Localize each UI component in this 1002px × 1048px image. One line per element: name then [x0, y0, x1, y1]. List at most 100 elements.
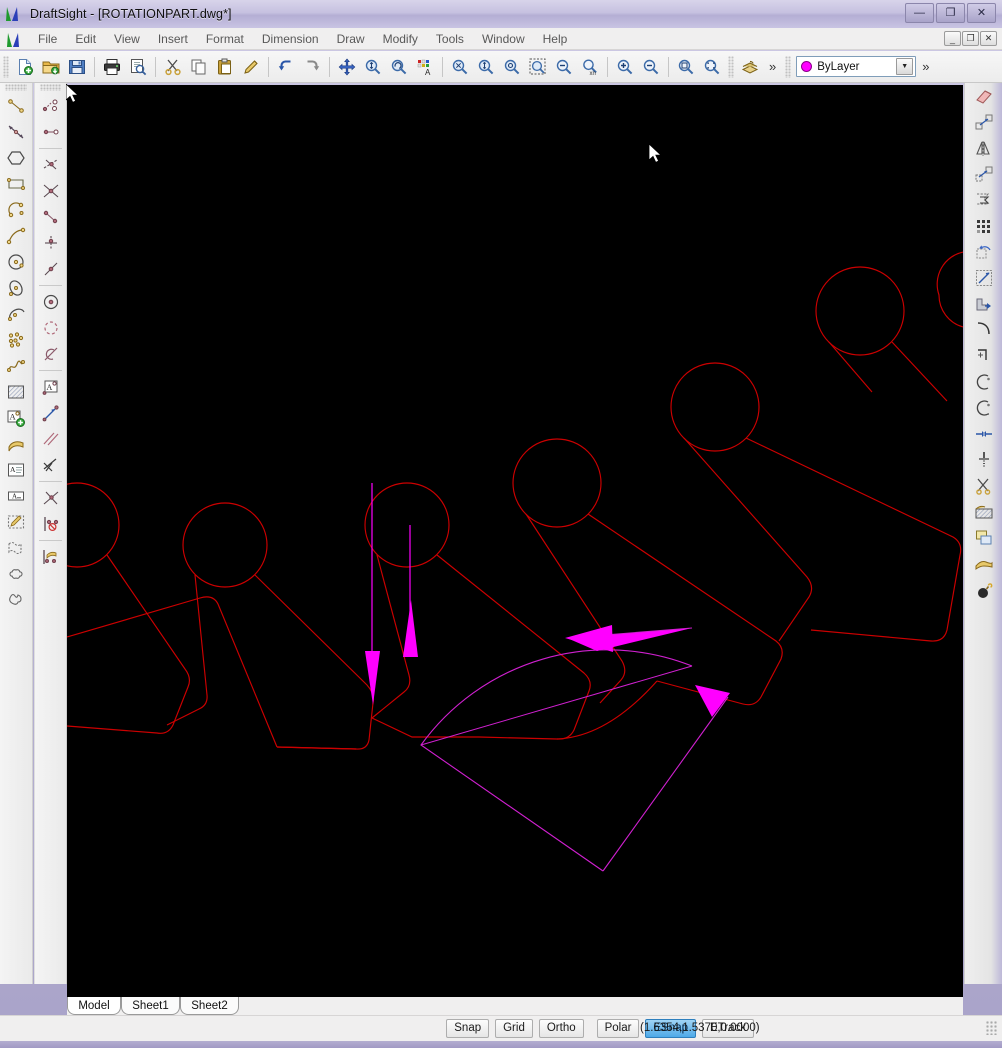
zoom-fit-icon[interactable] — [473, 54, 499, 80]
print-icon[interactable] — [99, 54, 125, 80]
undo-arrow-icon[interactable] — [273, 54, 299, 80]
minimize-button[interactable]: — — [905, 3, 934, 23]
infinite-line-icon[interactable] — [2, 119, 30, 145]
toolbar-overflow-button-2[interactable]: » — [916, 59, 935, 74]
spline-icon[interactable] — [2, 353, 30, 379]
trim-icon[interactable] — [969, 369, 999, 395]
erase-icon[interactable] — [969, 83, 999, 109]
toolbar-grip[interactable] — [3, 55, 9, 78]
dimension-jog-icon[interactable] — [37, 485, 65, 511]
split-icon[interactable] — [969, 421, 999, 447]
zoom-previous-icon[interactable] — [386, 54, 412, 80]
menu-insert[interactable]: Insert — [149, 30, 197, 48]
spline-arc-icon[interactable] — [2, 223, 30, 249]
line-icon[interactable] — [2, 93, 30, 119]
properties-pencil-icon[interactable] — [238, 54, 264, 80]
zoom-out-scale-icon[interactable] — [551, 54, 577, 80]
tab-model[interactable]: Model — [67, 997, 121, 1015]
arc-icon[interactable] — [2, 197, 30, 223]
maximize-button[interactable]: ❐ — [936, 3, 965, 23]
point-cloud-icon[interactable] — [2, 327, 30, 353]
menu-file[interactable]: File — [29, 30, 66, 48]
stretch-icon[interactable] — [969, 291, 999, 317]
freehand-icon[interactable] — [2, 587, 30, 613]
status-toggle-polar[interactable]: Polar — [596, 1019, 640, 1038]
mdi-close-button[interactable]: ✕ — [980, 31, 997, 46]
menu-window[interactable]: Window — [473, 30, 534, 48]
menu-modify[interactable]: Modify — [374, 30, 427, 48]
mdi-minimize-button[interactable]: _ — [944, 31, 961, 46]
print-preview-icon[interactable] — [125, 54, 151, 80]
purge-icon[interactable] — [969, 577, 999, 603]
copy-entities-icon[interactable] — [969, 109, 999, 135]
extend-icon[interactable] — [969, 395, 999, 421]
text-box-icon[interactable]: A — [2, 483, 30, 509]
zoom-out-icon[interactable] — [638, 54, 664, 80]
menu-format[interactable]: Format — [197, 30, 253, 48]
layers-icon[interactable]: A — [412, 54, 438, 80]
dimension-note-icon[interactable]: A — [37, 374, 65, 400]
simple-note-icon[interactable]: A — [2, 457, 30, 483]
dimension-arc-length-icon[interactable] — [37, 341, 65, 367]
dimension-smart-icon[interactable] — [37, 93, 65, 119]
dimension-parallel-icon[interactable] — [37, 426, 65, 452]
hatch-icon[interactable] — [2, 379, 30, 405]
circle-icon[interactable] — [2, 249, 30, 275]
menu-help[interactable]: Help — [534, 30, 577, 48]
zoom-selected-icon[interactable] — [499, 54, 525, 80]
zoom-realtime-icon[interactable] — [673, 54, 699, 80]
menu-draw[interactable]: Draw — [328, 30, 374, 48]
zoom-scale-icon[interactable]: xn — [577, 54, 603, 80]
polygon-icon[interactable] — [2, 145, 30, 171]
cloud-icon[interactable] — [2, 561, 30, 587]
status-toggle-ortho[interactable]: Ortho — [538, 1019, 584, 1038]
zoom-dynamic-icon[interactable] — [360, 54, 386, 80]
dimension-break-icon[interactable] — [37, 511, 65, 537]
menu-dimension[interactable]: Dimension — [253, 30, 328, 48]
mirror-icon[interactable] — [969, 135, 999, 161]
dimension-center-mark-icon[interactable] — [37, 289, 65, 315]
ellipse-icon[interactable] — [2, 275, 30, 301]
toolbar-grip[interactable] — [728, 55, 734, 78]
tab-sheet2[interactable]: Sheet2 — [180, 997, 239, 1015]
chamfer-icon[interactable] — [969, 343, 999, 369]
dimension-leader-icon[interactable] — [37, 400, 65, 426]
zoom-in-icon[interactable] — [612, 54, 638, 80]
cut-scissors-icon[interactable] — [160, 54, 186, 80]
toolbar-grip[interactable] — [5, 84, 27, 91]
resize-grip[interactable] — [986, 1021, 998, 1035]
zoom-extents-icon[interactable] — [699, 54, 725, 80]
status-toggle-grid[interactable]: Grid — [495, 1019, 533, 1038]
dimension-aligned-icon[interactable] — [37, 152, 65, 178]
new-document-icon[interactable] — [12, 54, 38, 80]
scale-icon[interactable] — [969, 265, 999, 291]
region-icon[interactable] — [2, 509, 30, 535]
drawing-canvas[interactable] — [67, 85, 963, 997]
pan-icon[interactable] — [334, 54, 360, 80]
rectangle-icon[interactable] — [2, 171, 30, 197]
dimension-linear-icon[interactable] — [37, 119, 65, 145]
toolbar-overflow-button[interactable]: » — [763, 59, 782, 74]
pattern-array-icon[interactable] — [969, 213, 999, 239]
split-at-point-icon[interactable] — [969, 447, 999, 473]
save-disk-icon[interactable] — [64, 54, 90, 80]
add-note-icon[interactable]: A — [2, 405, 30, 431]
fillet-icon[interactable] — [969, 317, 999, 343]
chevron-down-icon[interactable]: ▼ — [896, 58, 914, 75]
cut-icon[interactable] — [969, 473, 999, 499]
tab-sheet1[interactable]: Sheet1 — [121, 997, 180, 1015]
dimension-angular-icon[interactable] — [37, 178, 65, 204]
close-button[interactable]: ✕ — [967, 3, 996, 23]
edit-polyline-icon[interactable] — [969, 525, 999, 551]
status-toggle-snap[interactable]: Snap — [446, 1019, 490, 1038]
dimension-oblique-icon[interactable] — [37, 452, 65, 478]
redo-arrow-icon[interactable] — [299, 54, 325, 80]
menu-tools[interactable]: Tools — [427, 30, 473, 48]
copy-icon[interactable] — [186, 54, 212, 80]
explode-icon[interactable] — [969, 551, 999, 577]
dimension-radial-icon[interactable] — [37, 204, 65, 230]
open-folder-icon[interactable] — [38, 54, 64, 80]
toolbar-grip[interactable] — [40, 84, 61, 91]
edit-hatch-icon[interactable] — [969, 499, 999, 525]
dimension-style-icon[interactable] — [37, 544, 65, 570]
